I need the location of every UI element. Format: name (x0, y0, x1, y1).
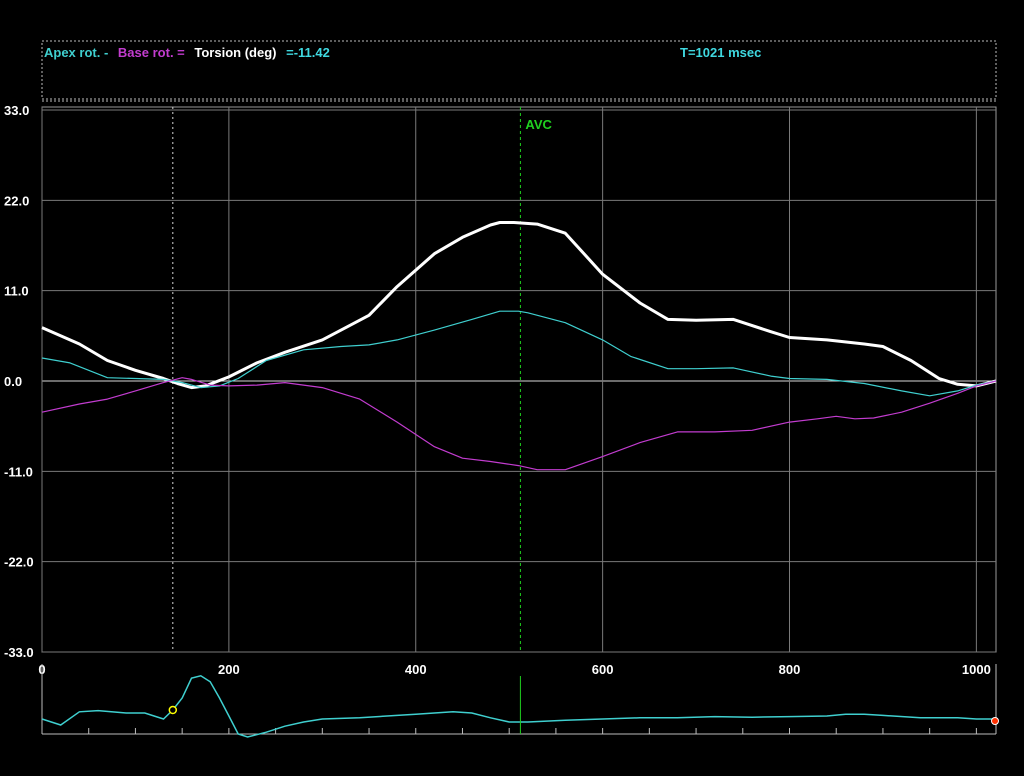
torsion-series-line (41, 221, 997, 390)
grid-lines (41, 107, 996, 653)
base-series-line (41, 377, 997, 471)
series-lines (41, 221, 997, 471)
y-tick-label: 0.0 (4, 374, 22, 389)
y-tick-label: 11.0 (4, 284, 29, 299)
y-tick-label: -22.0 (4, 555, 34, 570)
ecg-strip (41, 664, 999, 738)
y-tick-label: 22.0 (4, 193, 29, 208)
x-tick-label: 800 (779, 662, 801, 677)
time-readout: T=1021 msec (680, 45, 761, 60)
x-axis-tick-labels: 02004006008001000 (38, 662, 990, 677)
y-tick-label: -11.0 (4, 464, 33, 479)
x-tick-label: 1000 (962, 662, 991, 677)
plot-frame (41, 106, 997, 653)
y-tick-label: -33.0 (4, 645, 34, 660)
svg-text:Apex rot. - Base rot. =: Apex rot. - Base rot. = Torsion (deg) =-… (44, 45, 330, 60)
torsion-current-value: =-11.42 (286, 45, 330, 60)
torsion-legend: Torsion (deg) (194, 45, 276, 60)
ecg-start-handle[interactable] (168, 705, 178, 715)
apex-series-line (41, 310, 997, 397)
ecg-end-handle[interactable] (991, 717, 999, 725)
apex-legend: Apex rot. - (44, 45, 108, 60)
y-axis-tick-labels: 33.0 22.0 11.0 0.0 -11.0 -22.0 -33.0 (4, 103, 34, 660)
x-tick-label: 600 (592, 662, 614, 677)
base-legend: Base rot. = (118, 45, 185, 60)
x-tick-label: 400 (405, 662, 427, 677)
y-tick-label: 33.0 (4, 103, 29, 118)
ecg-trace (41, 674, 996, 738)
x-tick-label: 200 (218, 662, 240, 677)
avc-label: AVC (525, 117, 552, 132)
torsion-chart: Apex rot. - Base rot. = Torsion (deg) =-… (4, 40, 999, 738)
